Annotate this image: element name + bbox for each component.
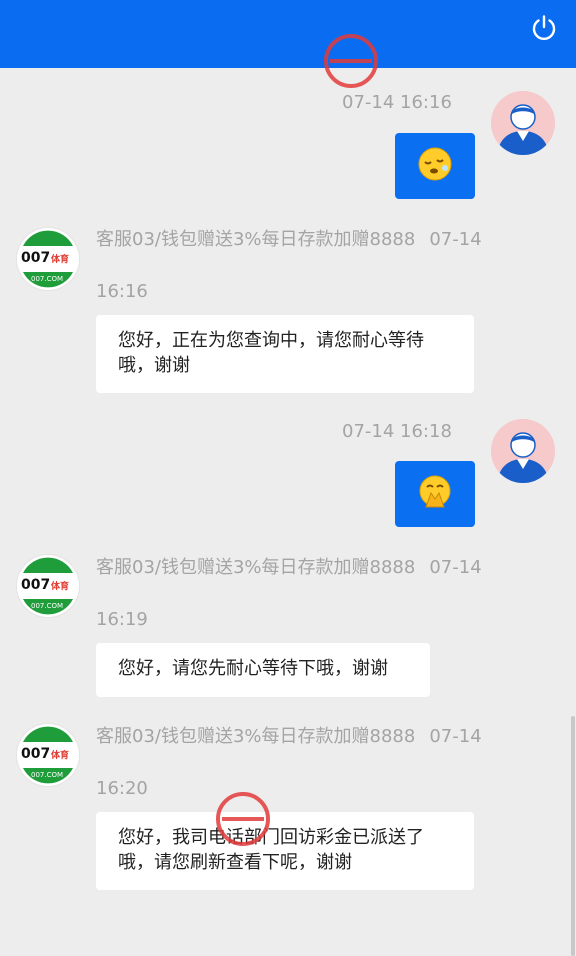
- message-time: 07-14 16:16: [342, 92, 452, 113]
- praying-face-icon: [416, 473, 454, 515]
- sender-name: 客服03/钱包赠送3%每日存款加赠8888: [96, 557, 416, 578]
- sender-name: 客服03/钱包赠送3%每日存款加赠8888: [96, 229, 416, 250]
- scrollbar[interactable]: [571, 716, 575, 956]
- top-bar: [0, 0, 576, 68]
- emoji-message-bubble[interactable]: [395, 133, 475, 199]
- agent-message-bubble[interactable]: 您好，我司电话部门回访彩金已派送了哦，请您刷新查看下呢，谢谢: [96, 812, 474, 890]
- message-time: 16:20: [96, 778, 148, 799]
- svg-text:007: 007: [21, 250, 50, 266]
- agent-message-meta: 客服03/钱包赠送3%每日存款加赠8888 07-14 16:19: [96, 542, 526, 646]
- svg-text:007: 007: [21, 746, 50, 762]
- message-time: 07-14 16:18: [342, 421, 452, 442]
- message-date: 07-14: [429, 229, 482, 250]
- svg-text:007.COM: 007.COM: [31, 771, 63, 779]
- message-text: 您好，请您先耐心等待下哦，谢谢: [118, 658, 388, 679]
- svg-text:007: 007: [21, 577, 50, 593]
- svg-text:体育: 体育: [51, 749, 69, 761]
- svg-text:体育: 体育: [51, 580, 69, 592]
- message-time: 16:16: [96, 281, 148, 302]
- agent-avatar: 007 体育 007.COM: [17, 555, 79, 617]
- sender-name: 客服03/钱包赠送3%每日存款加赠8888: [96, 726, 416, 747]
- message-date: 07-14: [429, 726, 482, 747]
- user-avatar: [491, 419, 555, 483]
- agent-avatar: 007 体育 007.COM: [17, 228, 79, 290]
- message-time: 16:19: [96, 609, 148, 630]
- agent-message-meta: 客服03/钱包赠送3%每日存款加赠8888 07-14 16:16: [96, 214, 526, 318]
- svg-text:007.COM: 007.COM: [31, 275, 63, 283]
- chat-area[interactable]: 07-14 16:16 007 体育 007.COM 客服03/钱包赠送3%每日…: [0, 68, 576, 956]
- message-text: 您好，我司电话部门回访彩金已派送了哦，请您刷新查看下呢，谢谢: [118, 827, 424, 873]
- svg-text:007.COM: 007.COM: [31, 602, 63, 610]
- power-icon[interactable]: [530, 14, 558, 42]
- message-date: 07-14: [429, 557, 482, 578]
- emoji-message-bubble[interactable]: [395, 461, 475, 527]
- sleepy-face-icon: [417, 146, 453, 186]
- message-text: 您好，正在为您查询中，请您耐心等待哦，谢谢: [118, 330, 424, 376]
- agent-message-bubble[interactable]: 您好，请您先耐心等待下哦，谢谢: [96, 643, 430, 697]
- svg-text:体育: 体育: [51, 253, 69, 265]
- user-avatar: [491, 91, 555, 155]
- agent-avatar: 007 体育 007.COM: [17, 724, 79, 786]
- agent-message-meta: 客服03/钱包赠送3%每日存款加赠8888 07-14 16:20: [96, 711, 526, 815]
- agent-message-bubble[interactable]: 您好，正在为您查询中，请您耐心等待哦，谢谢: [96, 315, 474, 393]
